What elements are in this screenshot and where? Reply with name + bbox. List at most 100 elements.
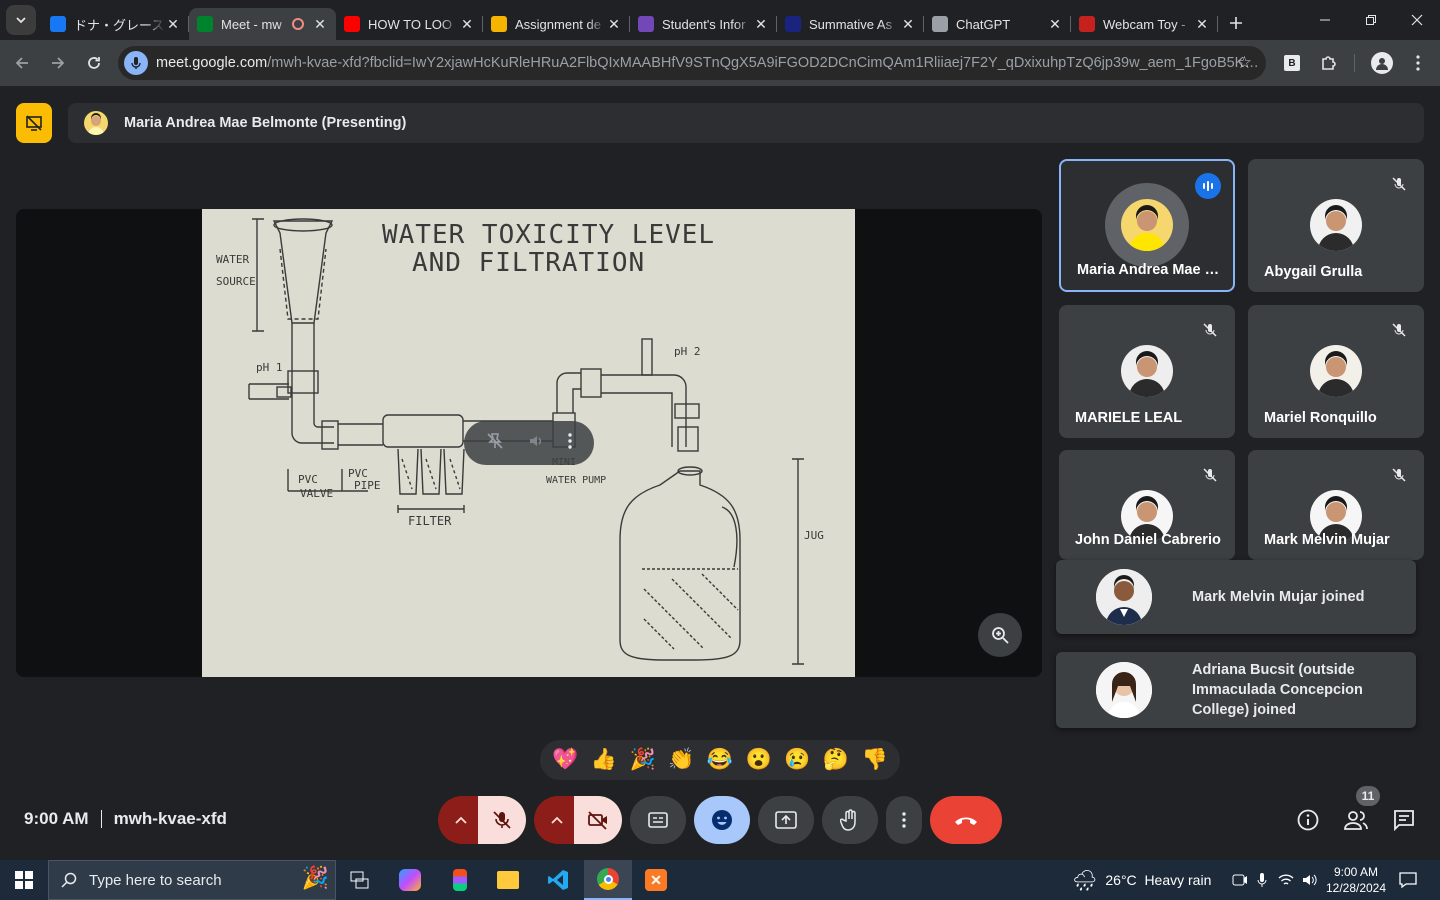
participant-tile[interactable]: John Daniel Cabrerio bbox=[1059, 450, 1235, 560]
participant-name: Maria Andrea Mae B... bbox=[1077, 262, 1225, 278]
vscode-app[interactable] bbox=[534, 860, 582, 900]
back-button[interactable] bbox=[4, 45, 40, 81]
presentation-icon[interactable] bbox=[16, 103, 52, 143]
system-tray-icons bbox=[1232, 860, 1318, 900]
more-options-button[interactable] bbox=[568, 432, 573, 454]
taskbar-clock[interactable]: 9:00 AM 12/28/2024 bbox=[1322, 860, 1390, 900]
xampp-app[interactable]: ✕ bbox=[632, 860, 680, 900]
reaction-emoji-button[interactable]: 🎉 bbox=[630, 748, 656, 772]
taskbar-search-box[interactable]: Type here to search 🎉 bbox=[48, 860, 336, 900]
new-tab-button[interactable] bbox=[1222, 9, 1250, 37]
browser-tab[interactable]: Meet - mw ✕ bbox=[189, 8, 336, 40]
participant-tile[interactable]: Mark Melvin Mujar bbox=[1248, 450, 1424, 560]
tab-title: Webcam Toy - bbox=[1103, 16, 1186, 32]
more-options-meeting-button[interactable] bbox=[886, 796, 922, 844]
browser-tab[interactable]: ドナ・グレース・m✕ bbox=[42, 8, 189, 40]
chat-button[interactable] bbox=[1388, 804, 1420, 836]
reload-button[interactable] bbox=[76, 45, 112, 81]
reaction-emoji-button[interactable]: 👏 bbox=[668, 748, 694, 772]
participant-tile[interactable]: Mariel Ronquillo bbox=[1248, 305, 1424, 438]
close-tab-button[interactable]: ✕ bbox=[1194, 16, 1210, 33]
toast-line-3: College) joined bbox=[1192, 702, 1296, 718]
forward-button[interactable] bbox=[40, 45, 76, 81]
participant-tile[interactable]: Abygail Grulla bbox=[1248, 159, 1424, 292]
chevron-down-icon bbox=[16, 17, 26, 24]
participant-avatar bbox=[1121, 199, 1173, 251]
meeting-details-button[interactable] bbox=[1292, 804, 1324, 836]
leave-call-button[interactable] bbox=[930, 796, 1002, 844]
copilot-app[interactable] bbox=[386, 860, 434, 900]
profile-avatar[interactable] bbox=[1367, 48, 1397, 78]
unpin-icon bbox=[487, 432, 503, 449]
label-ph1: pH 1 bbox=[256, 361, 283, 374]
reaction-emoji-button[interactable]: 😂 bbox=[707, 748, 733, 772]
extension-b-icon[interactable]: B bbox=[1277, 48, 1307, 78]
reaction-emoji-button[interactable]: 🤔 bbox=[823, 748, 849, 772]
reaction-emoji-button[interactable]: 😢 bbox=[784, 748, 810, 772]
minimize-button[interactable] bbox=[1302, 0, 1348, 40]
bookmark-star-icon[interactable]: ☆ bbox=[1237, 53, 1252, 73]
participant-tile[interactable]: MARIELE LEAL bbox=[1059, 305, 1235, 438]
task-view-button[interactable] bbox=[336, 860, 384, 900]
close-tab-button[interactable]: ✕ bbox=[900, 16, 916, 33]
close-tab-button[interactable]: ✕ bbox=[165, 16, 181, 33]
chrome-app[interactable] bbox=[584, 860, 632, 900]
close-window-button[interactable] bbox=[1394, 0, 1440, 40]
mic-in-use-icon[interactable] bbox=[124, 51, 148, 75]
microphone-tray-icon[interactable] bbox=[1256, 872, 1268, 888]
volume-icon[interactable] bbox=[1302, 873, 1318, 887]
weather-widget[interactable]: 🌧 26°C Heavy rain bbox=[1072, 860, 1211, 900]
file-explorer-app[interactable] bbox=[484, 860, 532, 900]
close-tab-button[interactable]: ✕ bbox=[753, 16, 769, 33]
toolbar-divider bbox=[1354, 54, 1355, 72]
raise-hand-button[interactable] bbox=[822, 796, 878, 844]
captions-button[interactable] bbox=[630, 796, 686, 844]
start-button[interactable] bbox=[0, 860, 48, 900]
figma-app[interactable] bbox=[436, 860, 484, 900]
facebook-icon bbox=[50, 16, 66, 32]
microphone-toggle-button[interactable] bbox=[478, 796, 526, 844]
meet-tray-icon[interactable] bbox=[1232, 872, 1248, 888]
youtube-icon bbox=[344, 16, 360, 32]
volume-icon bbox=[529, 435, 542, 446]
tab-title: ChatGPT bbox=[956, 16, 1011, 32]
reaction-emoji-button[interactable]: 💖 bbox=[552, 748, 578, 772]
close-tab-button[interactable]: ✕ bbox=[606, 16, 622, 33]
forms-icon bbox=[638, 16, 654, 32]
browser-tab[interactable]: Webcam Toy - ✕ bbox=[1071, 8, 1218, 40]
tab-search-button[interactable] bbox=[6, 5, 36, 35]
people-button[interactable] bbox=[1340, 804, 1372, 836]
zoom-button[interactable] bbox=[978, 613, 1022, 657]
restore-button[interactable] bbox=[1348, 0, 1394, 40]
close-tab-button[interactable]: ✕ bbox=[1047, 16, 1063, 33]
mute-for-me-button[interactable] bbox=[527, 432, 545, 455]
participant-tile[interactable]: Maria Andrea Mae B... bbox=[1059, 159, 1235, 292]
reaction-emoji-button[interactable]: 😮 bbox=[746, 748, 772, 772]
xampp-icon: ✕ bbox=[645, 869, 667, 891]
browser-tab[interactable]: Summative As ✕ bbox=[777, 8, 924, 40]
webcam-icon bbox=[1079, 16, 1095, 32]
present-screen-button[interactable] bbox=[758, 796, 814, 844]
browser-menu-icon[interactable] bbox=[1403, 48, 1433, 78]
browser-tab[interactable]: Assignment de ✕ bbox=[483, 8, 630, 40]
browser-tab[interactable]: Student's Infor ✕ bbox=[630, 8, 777, 40]
unpin-button[interactable] bbox=[486, 432, 504, 455]
address-bar[interactable]: meet.google.com/mwh-kvae-xfd?fbclid=IwY2… bbox=[118, 46, 1266, 80]
close-tab-button[interactable]: ✕ bbox=[312, 16, 328, 33]
extensions-puzzle-icon[interactable] bbox=[1314, 48, 1344, 78]
clock-date: 12/28/2024 bbox=[1325, 881, 1387, 895]
chatgpt-icon bbox=[932, 16, 948, 32]
reaction-emoji-button[interactable]: 👎 bbox=[862, 748, 888, 772]
participant-name: Abygail Grulla bbox=[1264, 264, 1363, 280]
meet-icon bbox=[197, 16, 213, 32]
close-tab-button[interactable]: ✕ bbox=[459, 16, 475, 33]
wifi-icon[interactable] bbox=[1278, 873, 1294, 887]
browser-tab[interactable]: ChatGPT ✕ bbox=[924, 8, 1071, 40]
notifications-button[interactable] bbox=[1396, 860, 1420, 900]
hand-icon bbox=[840, 809, 856, 831]
send-reaction-button[interactable] bbox=[694, 796, 750, 844]
browser-tab[interactable]: HOW TO LOO ✕ bbox=[336, 8, 483, 40]
reaction-emoji-button[interactable]: 👍 bbox=[591, 748, 617, 772]
camera-toggle-button[interactable] bbox=[574, 796, 622, 844]
task-view-icon bbox=[350, 871, 369, 889]
